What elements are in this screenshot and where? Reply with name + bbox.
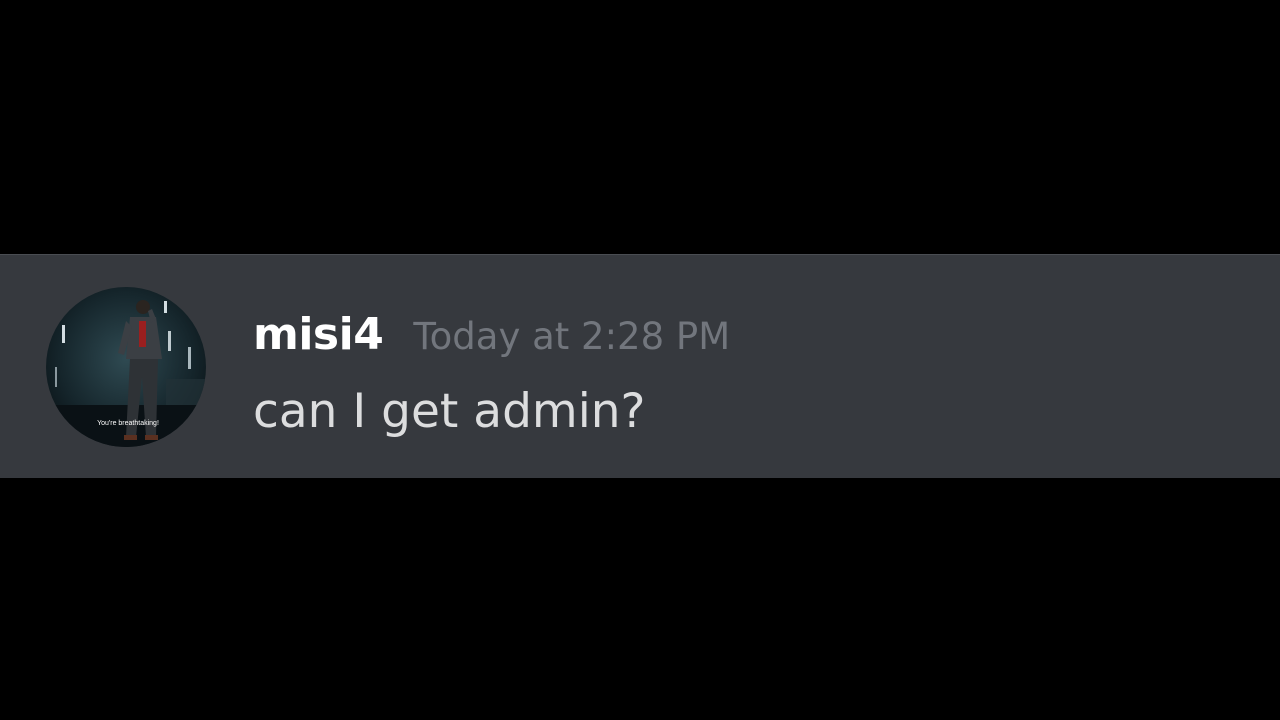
avatar-image: You're breathtaking!	[46, 287, 206, 447]
username[interactable]: misi4	[253, 305, 384, 365]
avatar-caption: You're breathtaking!	[97, 420, 159, 427]
timestamp: Today at 2:28 PM	[413, 315, 731, 358]
message-content: can I get admin?	[253, 384, 646, 439]
message-header: misi4 Today at 2:28 PM	[253, 305, 730, 365]
chat-message: You're breathtaking! misi4 Today at 2:28 …	[0, 254, 1280, 478]
user-avatar[interactable]: You're breathtaking!	[46, 287, 206, 447]
